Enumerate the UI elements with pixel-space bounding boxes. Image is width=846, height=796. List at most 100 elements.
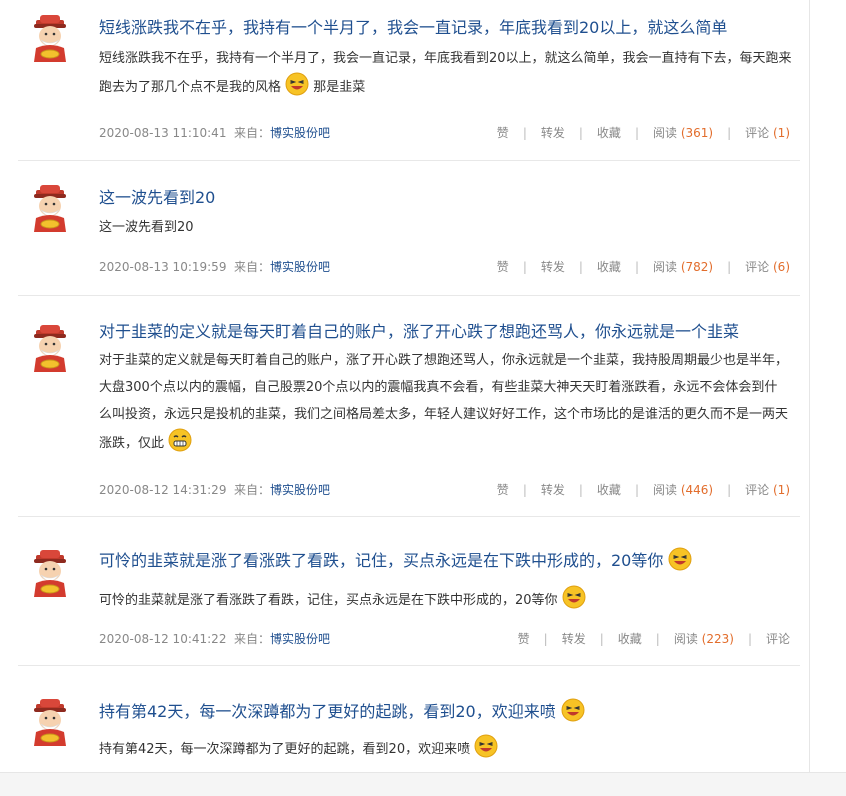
- comment-count[interactable]: (1): [773, 126, 790, 140]
- like-button[interactable]: 赞: [518, 632, 530, 646]
- separator: |: [543, 632, 548, 646]
- post-date: 2020-08-12 10:41:22: [99, 632, 227, 646]
- forward-button[interactable]: 转发: [541, 483, 565, 497]
- comment-button[interactable]: 评论: [745, 260, 769, 274]
- favorite-button[interactable]: 收藏: [597, 260, 621, 274]
- favorite-button[interactable]: 收藏: [597, 126, 621, 140]
- comment-button[interactable]: 评论: [745, 483, 769, 497]
- separator: |: [727, 126, 732, 140]
- post-item: 对于韭菜的定义就是每天盯着自己的账户，涨了开心跌了想跑还骂人，你永远就是一个韭菜…: [18, 296, 800, 517]
- laughing-emoji-icon: [561, 698, 585, 729]
- post-body: 这一波先看到20: [99, 214, 800, 241]
- separator: |: [655, 632, 660, 646]
- avatar[interactable]: [28, 322, 72, 372]
- separator: |: [578, 260, 583, 274]
- grinning-emoji-icon: [168, 428, 192, 462]
- like-button[interactable]: 赞: [497, 260, 509, 274]
- laughing-emoji-icon: [562, 585, 586, 619]
- separator: |: [747, 632, 752, 646]
- forward-button[interactable]: 转发: [541, 126, 565, 140]
- read-label: 阅读: [652, 126, 677, 140]
- comment-button[interactable]: 评论: [745, 126, 769, 140]
- post-body: 对于韭菜的定义就是每天盯着自己的账户，涨了开心跌了想跑还骂人，你永远就是一个韭菜…: [99, 347, 788, 462]
- comment-count[interactable]: (1): [773, 483, 790, 497]
- post-body-tail: 那是韭菜: [313, 80, 366, 95]
- separator: |: [522, 126, 527, 140]
- post-item: 这一波先看到20 这一波先看到20 2020-08-13 10:19:59 来自…: [18, 161, 800, 296]
- post-title[interactable]: 可怜的韭菜就是涨了看涨跌了看跌，记住，买点永远是在下跌中形成的，20等你: [99, 547, 800, 578]
- post-item: 可怜的韭菜就是涨了看涨跌了看跌，记住，买点永远是在下跌中形成的，20等你 可怜的…: [18, 517, 800, 666]
- avatar[interactable]: [28, 696, 72, 746]
- laughing-emoji-icon: [285, 72, 309, 106]
- post-source: 来自：博实股份吧: [234, 480, 330, 500]
- forum-link[interactable]: 博实股份吧: [270, 483, 330, 497]
- post-date: 2020-08-13 10:19:59: [99, 260, 227, 274]
- forward-button[interactable]: 转发: [562, 632, 586, 646]
- post-source: 来自：博实股份吧: [234, 123, 330, 143]
- post-item: 短线涨跌我不在乎，我持有一个半月了，我会一直记录，年底我看到20以上，就这么简单…: [18, 0, 800, 161]
- post-item: 持有第42天，每一次深蹲都为了更好的起跳，看到20，欢迎来喷 持有第42天，每一…: [18, 666, 800, 772]
- separator: |: [599, 632, 604, 646]
- post-body: 可怜的韭菜就是涨了看涨跌了看跌，记住，买点永远是在下跌中形成的，20等你: [99, 585, 800, 619]
- post-body-text: 持有第42天，每一次深蹲都为了更好的起跳，看到20，欢迎来喷: [99, 742, 471, 757]
- forward-button[interactable]: 转发: [541, 260, 565, 274]
- post-actions: 赞 | 转发 | 收藏 | 阅读 (782) | 评论 (6): [497, 257, 790, 277]
- post-actions: 赞 | 转发 | 收藏 | 阅读 (223) | 评论: [518, 629, 790, 649]
- source-label: 来自：: [234, 126, 271, 140]
- like-button[interactable]: 赞: [497, 126, 509, 140]
- comment-button[interactable]: 评论: [766, 632, 790, 646]
- read-label: 阅读: [673, 632, 698, 646]
- post-source: 来自：博实股份吧: [234, 257, 330, 277]
- separator: |: [727, 260, 732, 274]
- favorite-button[interactable]: 收藏: [597, 483, 621, 497]
- avatar[interactable]: [28, 547, 72, 597]
- separator: |: [634, 483, 639, 497]
- separator: |: [578, 483, 583, 497]
- avatar[interactable]: [28, 12, 72, 62]
- post-body: 持有第42天，每一次深蹲都为了更好的起跳，看到20，欢迎来喷: [99, 734, 800, 768]
- post-source: 来自：博实股份吧: [234, 629, 330, 649]
- post-date: 2020-08-13 11:10:41: [99, 126, 227, 140]
- read-count: (446): [680, 483, 714, 497]
- source-label: 来自：: [234, 483, 271, 497]
- post-title[interactable]: 短线涨跌我不在乎，我持有一个半月了，我会一直记录，年底我看到20以上，就这么简单: [99, 16, 800, 40]
- read-count: (782): [680, 260, 714, 274]
- separator: |: [634, 126, 639, 140]
- separator: |: [522, 483, 527, 497]
- page-footer-bar: [0, 772, 846, 796]
- source-label: 来自：: [234, 632, 271, 646]
- post-body-text: 可怜的韭菜就是涨了看涨跌了看跌，记住，买点永远是在下跌中形成的，20等你: [99, 593, 558, 608]
- comment-count[interactable]: (6): [773, 260, 790, 274]
- post-meta: 2020-08-13 10:19:59 来自：博实股份吧 赞 | 转发 | 收藏 | 阅读 …: [99, 257, 800, 277]
- forum-link[interactable]: 博实股份吧: [270, 126, 330, 140]
- forum-link[interactable]: 博实股份吧: [270, 260, 330, 274]
- post-meta: 2020-08-12 10:41:22 来自：博实股份吧 赞 | 转发 | 收藏 | 阅读 …: [99, 629, 800, 649]
- read-label: 阅读: [652, 483, 677, 497]
- laughing-emoji-icon: [474, 734, 498, 768]
- like-button[interactable]: 赞: [497, 483, 509, 497]
- separator: |: [634, 260, 639, 274]
- post-date: 2020-08-12 14:31:29: [99, 483, 227, 497]
- post-title-text: 持有第42天，每一次深蹲都为了更好的起跳，看到20，欢迎来喷: [99, 702, 556, 721]
- post-body-text: 对于韭菜的定义就是每天盯着自己的账户，涨了开心跌了想跑还骂人，你永远就是一个韭菜…: [99, 353, 789, 451]
- read-count: (223): [701, 632, 734, 646]
- read-label: 阅读: [652, 260, 677, 274]
- read-count: (361): [680, 126, 714, 140]
- favorite-button[interactable]: 收藏: [618, 632, 642, 646]
- post-title[interactable]: 持有第42天，每一次深蹲都为了更好的起跳，看到20，欢迎来喷: [99, 698, 800, 729]
- post-meta: 2020-08-13 11:10:41 来自：博实股份吧 赞 | 转发 | 收藏 | 阅读 …: [99, 123, 800, 143]
- separator: |: [578, 126, 583, 140]
- avatar[interactable]: [28, 182, 72, 232]
- post-title[interactable]: 这一波先看到20: [99, 186, 800, 210]
- separator: |: [727, 483, 732, 497]
- column-divider: [809, 0, 810, 772]
- post-actions: 赞 | 转发 | 收藏 | 阅读 (361) | 评论 (1): [497, 123, 790, 143]
- post-body-text: 短线涨跌我不在乎，我持有一个半月了，我会一直记录，年底我看到20以上，就这么简单…: [99, 51, 792, 95]
- post-body: 短线涨跌我不在乎，我持有一个半月了，我会一直记录，年底我看到20以上，就这么简单…: [99, 45, 800, 106]
- forum-link[interactable]: 博实股份吧: [270, 632, 330, 646]
- source-label: 来自：: [234, 260, 271, 274]
- post-actions: 赞 | 转发 | 收藏 | 阅读 (446) | 评论 (1): [497, 480, 790, 500]
- separator: |: [522, 260, 527, 274]
- post-title-text: 可怜的韭菜就是涨了看涨跌了看跌，记住，买点永远是在下跌中形成的，20等你: [99, 551, 664, 570]
- post-title[interactable]: 对于韭菜的定义就是每天盯着自己的账户，涨了开心跌了想跑还骂人，你永远就是一个韭菜: [99, 320, 800, 344]
